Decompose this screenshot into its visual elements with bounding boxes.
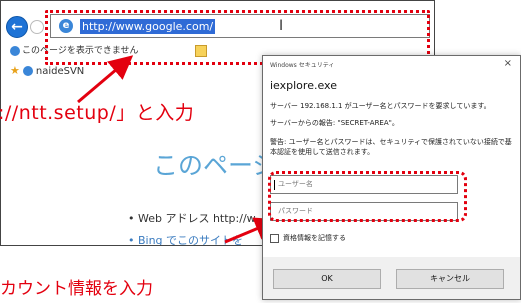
dialog-realm-message: サーバーからの報告: "SECRET-AREA"。 xyxy=(270,119,399,127)
credentials-highlight-box xyxy=(268,171,467,222)
close-icon[interactable]: × xyxy=(504,58,512,69)
enter-account-instruction: カウント情報を入力 xyxy=(0,279,153,299)
dialog-title: iexplore.exe xyxy=(270,79,337,92)
dialog-warning: 警告: ユーザー名とパスワードは、セキュリティで保護されていない接続で基 xyxy=(270,138,512,146)
remember-checkbox[interactable] xyxy=(270,233,279,243)
remember-label: 資格情報を記憶する xyxy=(283,234,346,242)
dialog-message: サーバー 192.168.1.1 がユーザー名とパスワードを要求しています。 xyxy=(270,102,491,110)
dialog-warning-cont: 本認証を使用して送信されます。 xyxy=(270,148,375,156)
dialog-header: Windows セキュリティ xyxy=(270,62,335,69)
dialog-footer: OK キャンセル xyxy=(263,257,520,299)
enter-url-instruction: ://ntt.setup/」と入力 xyxy=(0,102,195,124)
cancel-button[interactable]: キャンセル xyxy=(396,269,504,289)
ok-button[interactable]: OK xyxy=(273,269,381,289)
remember-credentials[interactable]: 資格情報を記憶する xyxy=(270,233,346,243)
